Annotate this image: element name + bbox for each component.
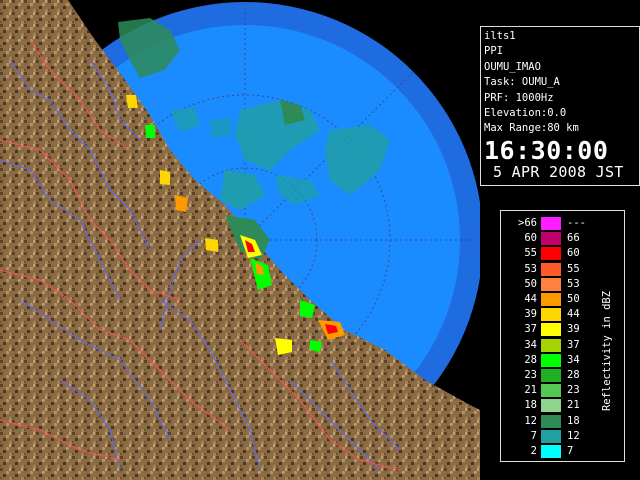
legend-row-upper-bound: 55 xyxy=(567,262,580,275)
legend-color-swatch xyxy=(541,232,561,246)
scan-time: 16:30:00 xyxy=(484,135,609,165)
legend-color-swatch xyxy=(541,338,561,352)
task-name: Task: OUMU_A xyxy=(484,76,560,89)
legend-row-lower-bound: 37 xyxy=(524,323,537,336)
legend-color-swatch xyxy=(541,277,561,291)
legend-row: 60 66 xyxy=(501,232,624,246)
legend-row-upper-bound: 7 xyxy=(567,445,574,457)
legend-color-swatch xyxy=(541,323,561,337)
product-name: ilts1 xyxy=(484,30,516,42)
legend-row-lower-bound: >66 xyxy=(518,217,537,229)
legend-row-upper-bound: 44 xyxy=(567,308,580,321)
legend-color-swatch xyxy=(541,369,561,382)
legend-row-upper-bound: 12 xyxy=(567,429,580,442)
legend-row-upper-bound: --- xyxy=(567,217,586,229)
legend-color-swatch xyxy=(541,414,561,428)
legend-color-swatch xyxy=(541,353,561,367)
legend-row-upper-bound: 39 xyxy=(567,323,580,336)
legend-row-lower-bound: 12 xyxy=(524,414,537,427)
legend-row-upper-bound: 18 xyxy=(567,414,580,427)
legend-row-upper-bound: 37 xyxy=(567,338,580,351)
legend-row-upper-bound: 28 xyxy=(567,369,580,381)
legend-row-lower-bound: 7 xyxy=(530,429,537,442)
legend-row-upper-bound: 50 xyxy=(567,293,580,305)
legend-row-upper-bound: 21 xyxy=(567,399,580,412)
legend-color-swatch xyxy=(541,247,561,261)
elevation-value: Elevation:0.0 xyxy=(484,107,567,120)
legend-color-swatch xyxy=(541,217,561,230)
scan-mode: PPI xyxy=(484,45,503,58)
legend-row-lower-bound: 39 xyxy=(524,308,537,321)
legend-row-upper-bound: 34 xyxy=(567,353,580,366)
legend-row-lower-bound: 23 xyxy=(524,369,537,381)
legend-color-swatch xyxy=(541,384,561,398)
legend-row-lower-bound: 55 xyxy=(524,247,537,260)
legend-color-swatch xyxy=(541,429,561,443)
radar-site: OUMU_IMAO xyxy=(484,60,541,73)
scan-date: 5 APR 2008 JST xyxy=(493,162,624,181)
legend-row-upper-bound: 60 xyxy=(567,247,580,260)
legend-row-lower-bound: 53 xyxy=(524,262,537,275)
legend-row-upper-bound: 23 xyxy=(567,384,580,397)
legend-unit-text: Reflectivity in dBZ xyxy=(601,290,613,412)
legend-row: >66 --- xyxy=(501,217,624,230)
legend-color-swatch xyxy=(541,308,561,322)
legend-row-lower-bound: 34 xyxy=(524,338,537,351)
legend-unit-label: Reflectivity in dBZ xyxy=(597,251,617,451)
radar-ppi-display xyxy=(0,0,480,480)
radar-map-svg xyxy=(0,0,480,480)
legend-row-lower-bound: 18 xyxy=(524,399,537,412)
legend-row-lower-bound: 60 xyxy=(524,232,537,245)
legend-color-swatch xyxy=(541,293,561,306)
legend-color-swatch xyxy=(541,445,561,458)
legend-color-swatch xyxy=(541,399,561,413)
legend-row-lower-bound: 21 xyxy=(524,384,537,397)
legend-row-upper-bound: 66 xyxy=(567,232,580,245)
legend-row-lower-bound: 44 xyxy=(524,293,537,305)
legend-color-swatch xyxy=(541,262,561,276)
max-range-value: Max Range:80 km xyxy=(484,122,579,135)
legend-row-upper-bound: 53 xyxy=(567,277,580,290)
legend-row-lower-bound: 28 xyxy=(524,353,537,366)
legend-row-lower-bound: 2 xyxy=(530,445,537,457)
scan-info-panel: ilts1 PPI OUMU_IMAO Task: OUMU_A PRF: 10… xyxy=(480,26,640,186)
prf-value: PRF: 1000Hz xyxy=(484,91,554,104)
reflectivity-legend: >66 --- 60 66 55 60 53 55 50 53 44 50 39 44 37 39 34 37 28… xyxy=(500,210,625,462)
legend-row-lower-bound: 50 xyxy=(524,277,537,290)
